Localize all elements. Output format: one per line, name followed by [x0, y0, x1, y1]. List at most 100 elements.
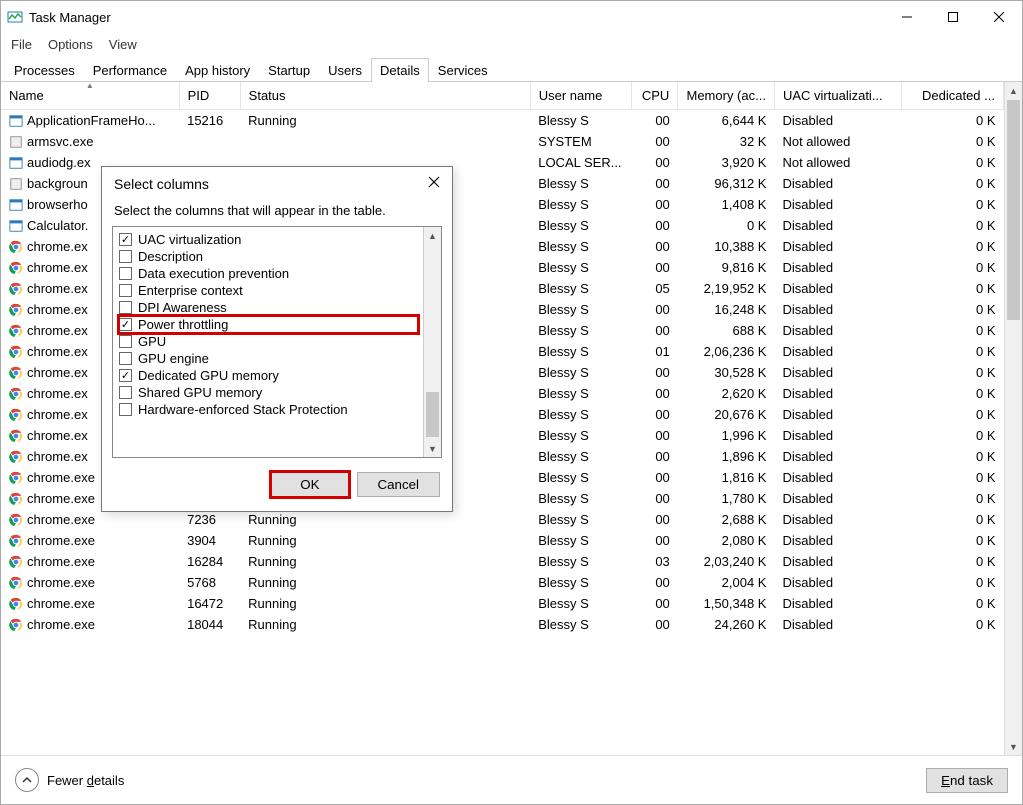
tab-services[interactable]: Services — [429, 58, 497, 82]
process-row[interactable]: chrome.exe18044RunningBlessy S0024,260 K… — [1, 614, 1004, 635]
column-option-uac-virtualization[interactable]: ✓UAC virtualization — [119, 231, 418, 248]
column-option-description[interactable]: Description — [119, 248, 418, 265]
cell-mem: 24,260 K — [678, 614, 775, 635]
vertical-scrollbar[interactable]: ▲ ▼ — [1004, 82, 1022, 755]
minimize-button[interactable] — [884, 1, 930, 33]
checkbox[interactable]: ✓ — [119, 233, 132, 246]
ok-button[interactable]: OK — [271, 472, 348, 497]
process-row[interactable]: chrome.exe3904RunningBlessy S002,080 KDi… — [1, 530, 1004, 551]
process-row[interactable]: chrome.exe7236RunningBlessy S002,688 KDi… — [1, 509, 1004, 530]
column-header-pid[interactable]: PID — [179, 82, 240, 110]
tab-users[interactable]: Users — [319, 58, 371, 82]
menu-file[interactable]: File — [9, 37, 34, 52]
column-header-name[interactable]: Name▲ — [1, 82, 179, 110]
scroll-up-icon[interactable]: ▲ — [1005, 82, 1022, 99]
window-title: Task Manager — [29, 10, 111, 25]
cell-cpu: 00 — [632, 425, 678, 446]
cell-pid: 3904 — [179, 530, 240, 551]
end-task-button[interactable]: End task — [926, 768, 1008, 793]
cell-mem: 2,620 K — [678, 383, 775, 404]
footer-bar: Fewer details End task — [1, 756, 1022, 804]
process-row[interactable]: chrome.exe16472RunningBlessy S001,50,348… — [1, 593, 1004, 614]
chrome-icon — [9, 261, 23, 275]
checkbox[interactable] — [119, 284, 132, 297]
checkbox[interactable] — [119, 301, 132, 314]
column-option-gpu[interactable]: GPU — [119, 333, 418, 350]
tab-startup[interactable]: Startup — [259, 58, 319, 82]
cell-uac: Not allowed — [774, 152, 901, 173]
column-option-dpi-awareness[interactable]: DPI Awareness — [119, 299, 418, 316]
cell-cpu: 00 — [632, 236, 678, 257]
process-row[interactable]: chrome.exe5768RunningBlessy S002,004 KDi… — [1, 572, 1004, 593]
checkbox[interactable]: ✓ — [119, 369, 132, 382]
scroll-thumb[interactable] — [1007, 100, 1020, 320]
dialog-scrollbar[interactable]: ▲ ▼ — [423, 227, 441, 457]
chrome-icon — [9, 366, 23, 380]
option-label: Data execution prevention — [138, 266, 289, 281]
cell-uac: Disabled — [774, 320, 901, 341]
column-option-enterprise-context[interactable]: Enterprise context — [119, 282, 418, 299]
tab-processes[interactable]: Processes — [5, 58, 84, 82]
fewer-details-toggle[interactable]: Fewer details — [15, 768, 124, 792]
cell-mem: 9,816 K — [678, 257, 775, 278]
cell-status — [240, 131, 530, 152]
chrome-icon — [9, 387, 23, 401]
cell-pid: 5768 — [179, 572, 240, 593]
cell-cpu: 00 — [632, 131, 678, 152]
process-row[interactable]: armsvc.exeSYSTEM0032 KNot allowed0 K — [1, 131, 1004, 152]
column-option-shared-gpu-memory[interactable]: Shared GPU memory — [119, 384, 418, 401]
cell-gpu: 0 K — [902, 173, 1004, 194]
cell-mem: 2,19,952 K — [678, 278, 775, 299]
checkbox[interactable] — [119, 335, 132, 348]
scroll-down-icon[interactable]: ▼ — [1005, 738, 1022, 755]
column-option-gpu-engine[interactable]: GPU engine — [119, 350, 418, 367]
checkbox[interactable] — [119, 250, 132, 263]
cell-cpu: 03 — [632, 551, 678, 572]
cell-uac: Disabled — [774, 425, 901, 446]
column-header-status[interactable]: Status — [240, 82, 530, 110]
column-header-mem[interactable]: Memory (ac... — [678, 82, 775, 110]
column-option-dedicated-gpu-memory[interactable]: ✓ Dedicated GPU memory — [119, 367, 418, 384]
cell-user: Blessy S — [530, 194, 632, 215]
close-button[interactable] — [976, 1, 1022, 33]
checkbox[interactable] — [119, 267, 132, 280]
scroll-down-icon[interactable]: ▼ — [424, 440, 441, 457]
checkbox[interactable] — [119, 403, 132, 416]
column-option-power-throttling[interactable]: ✓ Power throttling — [119, 316, 418, 333]
checkbox[interactable] — [119, 352, 132, 365]
cell-cpu: 00 — [632, 509, 678, 530]
dialog-close-button[interactable] — [428, 175, 440, 193]
cell-user: SYSTEM — [530, 131, 632, 152]
cancel-button[interactable]: Cancel — [357, 472, 441, 497]
cell-status: Running — [240, 551, 530, 572]
task-manager-window: Task Manager File Options View ProcessesPe… — [0, 0, 1023, 805]
cell-mem: 16,248 K — [678, 299, 775, 320]
tab-app-history[interactable]: App history — [176, 58, 259, 82]
column-header-user[interactable]: User name — [530, 82, 632, 110]
cell-cpu: 00 — [632, 446, 678, 467]
option-label: Shared GPU memory — [138, 385, 262, 400]
option-label: Dedicated GPU memory — [138, 368, 279, 383]
checkbox[interactable]: ✓ — [119, 318, 132, 331]
tab-details[interactable]: Details — [371, 58, 429, 82]
scroll-up-icon[interactable]: ▲ — [424, 227, 441, 244]
column-option-hardware-enforced-stack-protection[interactable]: Hardware-enforced Stack Protection — [119, 401, 418, 418]
maximize-button[interactable] — [930, 1, 976, 33]
cell-gpu: 0 K — [902, 278, 1004, 299]
menu-options[interactable]: Options — [46, 37, 95, 52]
cell-user: Blessy S — [530, 404, 632, 425]
cell-user: Blessy S — [530, 320, 632, 341]
column-header-cpu[interactable]: CPU — [632, 82, 678, 110]
cell-user: LOCAL SER... — [530, 152, 632, 173]
win-icon — [9, 114, 23, 128]
scroll-thumb[interactable] — [426, 392, 439, 437]
column-header-uac[interactable]: UAC virtualizati... — [774, 82, 901, 110]
option-label: Power throttling — [138, 317, 228, 332]
checkbox[interactable] — [119, 386, 132, 399]
column-header-gpu[interactable]: Dedicated ... — [902, 82, 1004, 110]
column-option-data-execution-prevention[interactable]: Data execution prevention — [119, 265, 418, 282]
menu-view[interactable]: View — [107, 37, 139, 52]
tab-performance[interactable]: Performance — [84, 58, 176, 82]
process-row[interactable]: chrome.exe16284RunningBlessy S032,03,240… — [1, 551, 1004, 572]
process-row[interactable]: ApplicationFrameHo...15216RunningBlessy … — [1, 110, 1004, 132]
